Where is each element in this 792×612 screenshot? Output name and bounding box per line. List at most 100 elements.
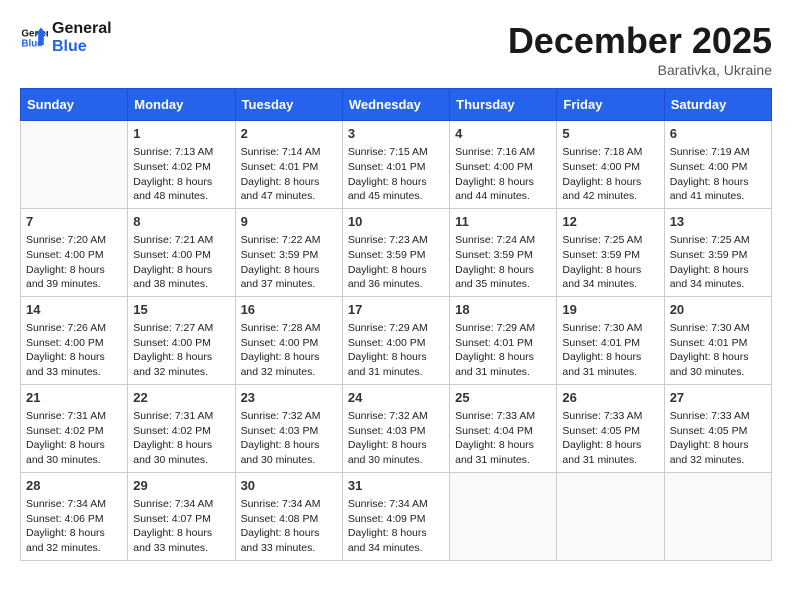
calendar-cell: 16 Sunrise: 7:28 AMSunset: 4:00 PMDayligh… xyxy=(235,296,342,384)
calendar-cell: 21 Sunrise: 7:31 AMSunset: 4:02 PMDayligh… xyxy=(21,384,128,472)
day-info: Sunrise: 7:33 AMSunset: 4:04 PMDaylight:… xyxy=(455,409,551,468)
header-friday: Friday xyxy=(557,89,664,121)
calendar-cell: 3 Sunrise: 7:15 AMSunset: 4:01 PMDaylight… xyxy=(342,121,449,209)
day-info: Sunrise: 7:19 AMSunset: 4:00 PMDaylight:… xyxy=(670,145,766,204)
day-info: Sunrise: 7:34 AMSunset: 4:07 PMDaylight:… xyxy=(133,497,229,556)
day-info: Sunrise: 7:34 AMSunset: 4:06 PMDaylight:… xyxy=(26,497,122,556)
day-number: 8 xyxy=(133,213,229,231)
calendar-cell: 23Sunrise: 7:32 AMSunset: 4:03 PMDayligh… xyxy=(235,384,342,472)
location-subtitle: Barativka, Ukraine xyxy=(508,62,772,78)
day-number: 25 xyxy=(455,389,551,407)
calendar-cell: 15 Sunrise: 7:27 AMSunset: 4:00 PMDayligh… xyxy=(128,296,235,384)
header-sunday: Sunday xyxy=(21,89,128,121)
calendar-cell: 31Sunrise: 7:34 AMSunset: 4:09 PMDayligh… xyxy=(342,472,449,560)
day-number: 17 xyxy=(348,301,444,319)
day-number: 23 xyxy=(241,389,337,407)
header-tuesday: Tuesday xyxy=(235,89,342,121)
day-info: Sunrise: 7:22 AMSunset: 3:59 PMDaylight:… xyxy=(241,233,337,292)
day-info: Sunrise: 7:20 AMSunset: 4:00 PMDaylight:… xyxy=(26,233,122,292)
logo-icon: General Blue xyxy=(20,24,48,52)
header-monday: Monday xyxy=(128,89,235,121)
calendar-cell: 28 Sunrise: 7:34 AMSunset: 4:06 PMDayligh… xyxy=(21,472,128,560)
header-wednesday: Wednesday xyxy=(342,89,449,121)
header-thursday: Thursday xyxy=(450,89,557,121)
calendar-cell: 13 Sunrise: 7:25 AMSunset: 3:59 PMDayligh… xyxy=(664,208,771,296)
calendar-week-row: 14 Sunrise: 7:26 AMSunset: 4:00 PMDayligh… xyxy=(21,296,772,384)
calendar-cell: 14 Sunrise: 7:26 AMSunset: 4:00 PMDayligh… xyxy=(21,296,128,384)
day-number: 27 xyxy=(670,389,766,407)
calendar-cell: 1 Sunrise: 7:13 AMSunset: 4:02 PMDaylight… xyxy=(128,121,235,209)
calendar-cell xyxy=(21,121,128,209)
day-info: Sunrise: 7:27 AMSunset: 4:00 PMDaylight:… xyxy=(133,321,229,380)
day-info: Sunrise: 7:32 AMSunset: 4:03 PMDaylight:… xyxy=(348,409,444,468)
day-number: 26 xyxy=(562,389,658,407)
day-number: 7 xyxy=(26,213,122,231)
calendar-cell: 27 Sunrise: 7:33 AMSunset: 4:05 PMDayligh… xyxy=(664,384,771,472)
day-number: 13 xyxy=(670,213,766,231)
calendar-cell: 12Sunrise: 7:25 AMSunset: 3:59 PMDayligh… xyxy=(557,208,664,296)
calendar-week-row: 7 Sunrise: 7:20 AMSunset: 4:00 PMDaylight… xyxy=(21,208,772,296)
header-saturday: Saturday xyxy=(664,89,771,121)
day-info: Sunrise: 7:13 AMSunset: 4:02 PMDaylight:… xyxy=(133,145,229,204)
calendar-cell: 9 Sunrise: 7:22 AMSunset: 3:59 PMDaylight… xyxy=(235,208,342,296)
day-number: 24 xyxy=(348,389,444,407)
calendar-header-row: Sunday Monday Tuesday Wednesday Thursday… xyxy=(21,89,772,121)
calendar-cell: 20Sunrise: 7:30 AMSunset: 4:01 PMDayligh… xyxy=(664,296,771,384)
day-number: 14 xyxy=(26,301,122,319)
day-info: Sunrise: 7:21 AMSunset: 4:00 PMDaylight:… xyxy=(133,233,229,292)
calendar-cell xyxy=(450,472,557,560)
day-number: 4 xyxy=(455,125,551,143)
logo: General Blue General Blue xyxy=(20,20,112,55)
day-info: Sunrise: 7:30 AMSunset: 4:01 PMDaylight:… xyxy=(562,321,658,380)
day-number: 19 xyxy=(562,301,658,319)
page-header: General Blue General Blue December 2025 … xyxy=(20,20,772,78)
day-info: Sunrise: 7:24 AMSunset: 3:59 PMDaylight:… xyxy=(455,233,551,292)
calendar-week-row: 21 Sunrise: 7:31 AMSunset: 4:02 PMDayligh… xyxy=(21,384,772,472)
day-info: Sunrise: 7:31 AMSunset: 4:02 PMDaylight:… xyxy=(26,409,122,468)
day-number: 6 xyxy=(670,125,766,143)
calendar-cell: 11 Sunrise: 7:24 AMSunset: 3:59 PMDayligh… xyxy=(450,208,557,296)
calendar-cell: 25 Sunrise: 7:33 AMSunset: 4:04 PMDayligh… xyxy=(450,384,557,472)
day-info: Sunrise: 7:30 AMSunset: 4:01 PMDaylight:… xyxy=(670,321,766,380)
day-info: Sunrise: 7:26 AMSunset: 4:00 PMDaylight:… xyxy=(26,321,122,380)
month-title: December 2025 xyxy=(508,20,772,62)
day-number: 21 xyxy=(26,389,122,407)
day-info: Sunrise: 7:18 AMSunset: 4:00 PMDaylight:… xyxy=(562,145,658,204)
calendar-cell: 29 Sunrise: 7:34 AMSunset: 4:07 PMDayligh… xyxy=(128,472,235,560)
day-number: 10 xyxy=(348,213,444,231)
day-number: 9 xyxy=(241,213,337,231)
day-number: 30 xyxy=(241,477,337,495)
calendar-cell: 8 Sunrise: 7:21 AMSunset: 4:00 PMDaylight… xyxy=(128,208,235,296)
day-info: Sunrise: 7:25 AMSunset: 3:59 PMDaylight:… xyxy=(562,233,658,292)
calendar-cell xyxy=(557,472,664,560)
calendar-cell: 7 Sunrise: 7:20 AMSunset: 4:00 PMDaylight… xyxy=(21,208,128,296)
day-info: Sunrise: 7:14 AMSunset: 4:01 PMDaylight:… xyxy=(241,145,337,204)
calendar-cell: 5Sunrise: 7:18 AMSunset: 4:00 PMDaylight… xyxy=(557,121,664,209)
day-info: Sunrise: 7:25 AMSunset: 3:59 PMDaylight:… xyxy=(670,233,766,292)
logo-general: General xyxy=(52,20,112,38)
calendar-table: Sunday Monday Tuesday Wednesday Thursday… xyxy=(20,88,772,561)
calendar-cell: 18Sunrise: 7:29 AMSunset: 4:01 PMDayligh… xyxy=(450,296,557,384)
calendar-cell: 4 Sunrise: 7:16 AMSunset: 4:00 PMDaylight… xyxy=(450,121,557,209)
day-info: Sunrise: 7:33 AMSunset: 4:05 PMDaylight:… xyxy=(562,409,658,468)
day-number: 2 xyxy=(241,125,337,143)
day-number: 16 xyxy=(241,301,337,319)
day-number: 1 xyxy=(133,125,229,143)
day-number: 15 xyxy=(133,301,229,319)
day-number: 11 xyxy=(455,213,551,231)
day-info: Sunrise: 7:15 AMSunset: 4:01 PMDaylight:… xyxy=(348,145,444,204)
day-info: Sunrise: 7:34 AMSunset: 4:09 PMDaylight:… xyxy=(348,497,444,556)
day-info: Sunrise: 7:16 AMSunset: 4:00 PMDaylight:… xyxy=(455,145,551,204)
day-info: Sunrise: 7:23 AMSunset: 3:59 PMDaylight:… xyxy=(348,233,444,292)
calendar-cell: 17Sunrise: 7:29 AMSunset: 4:00 PMDayligh… xyxy=(342,296,449,384)
calendar-cell: 24 Sunrise: 7:32 AMSunset: 4:03 PMDayligh… xyxy=(342,384,449,472)
day-number: 29 xyxy=(133,477,229,495)
day-info: Sunrise: 7:28 AMSunset: 4:00 PMDaylight:… xyxy=(241,321,337,380)
day-number: 3 xyxy=(348,125,444,143)
day-number: 18 xyxy=(455,301,551,319)
calendar-cell: 2 Sunrise: 7:14 AMSunset: 4:01 PMDaylight… xyxy=(235,121,342,209)
calendar-cell: 10 Sunrise: 7:23 AMSunset: 3:59 PMDayligh… xyxy=(342,208,449,296)
logo-blue: Blue xyxy=(52,38,112,56)
day-number: 28 xyxy=(26,477,122,495)
day-info: Sunrise: 7:33 AMSunset: 4:05 PMDaylight:… xyxy=(670,409,766,468)
